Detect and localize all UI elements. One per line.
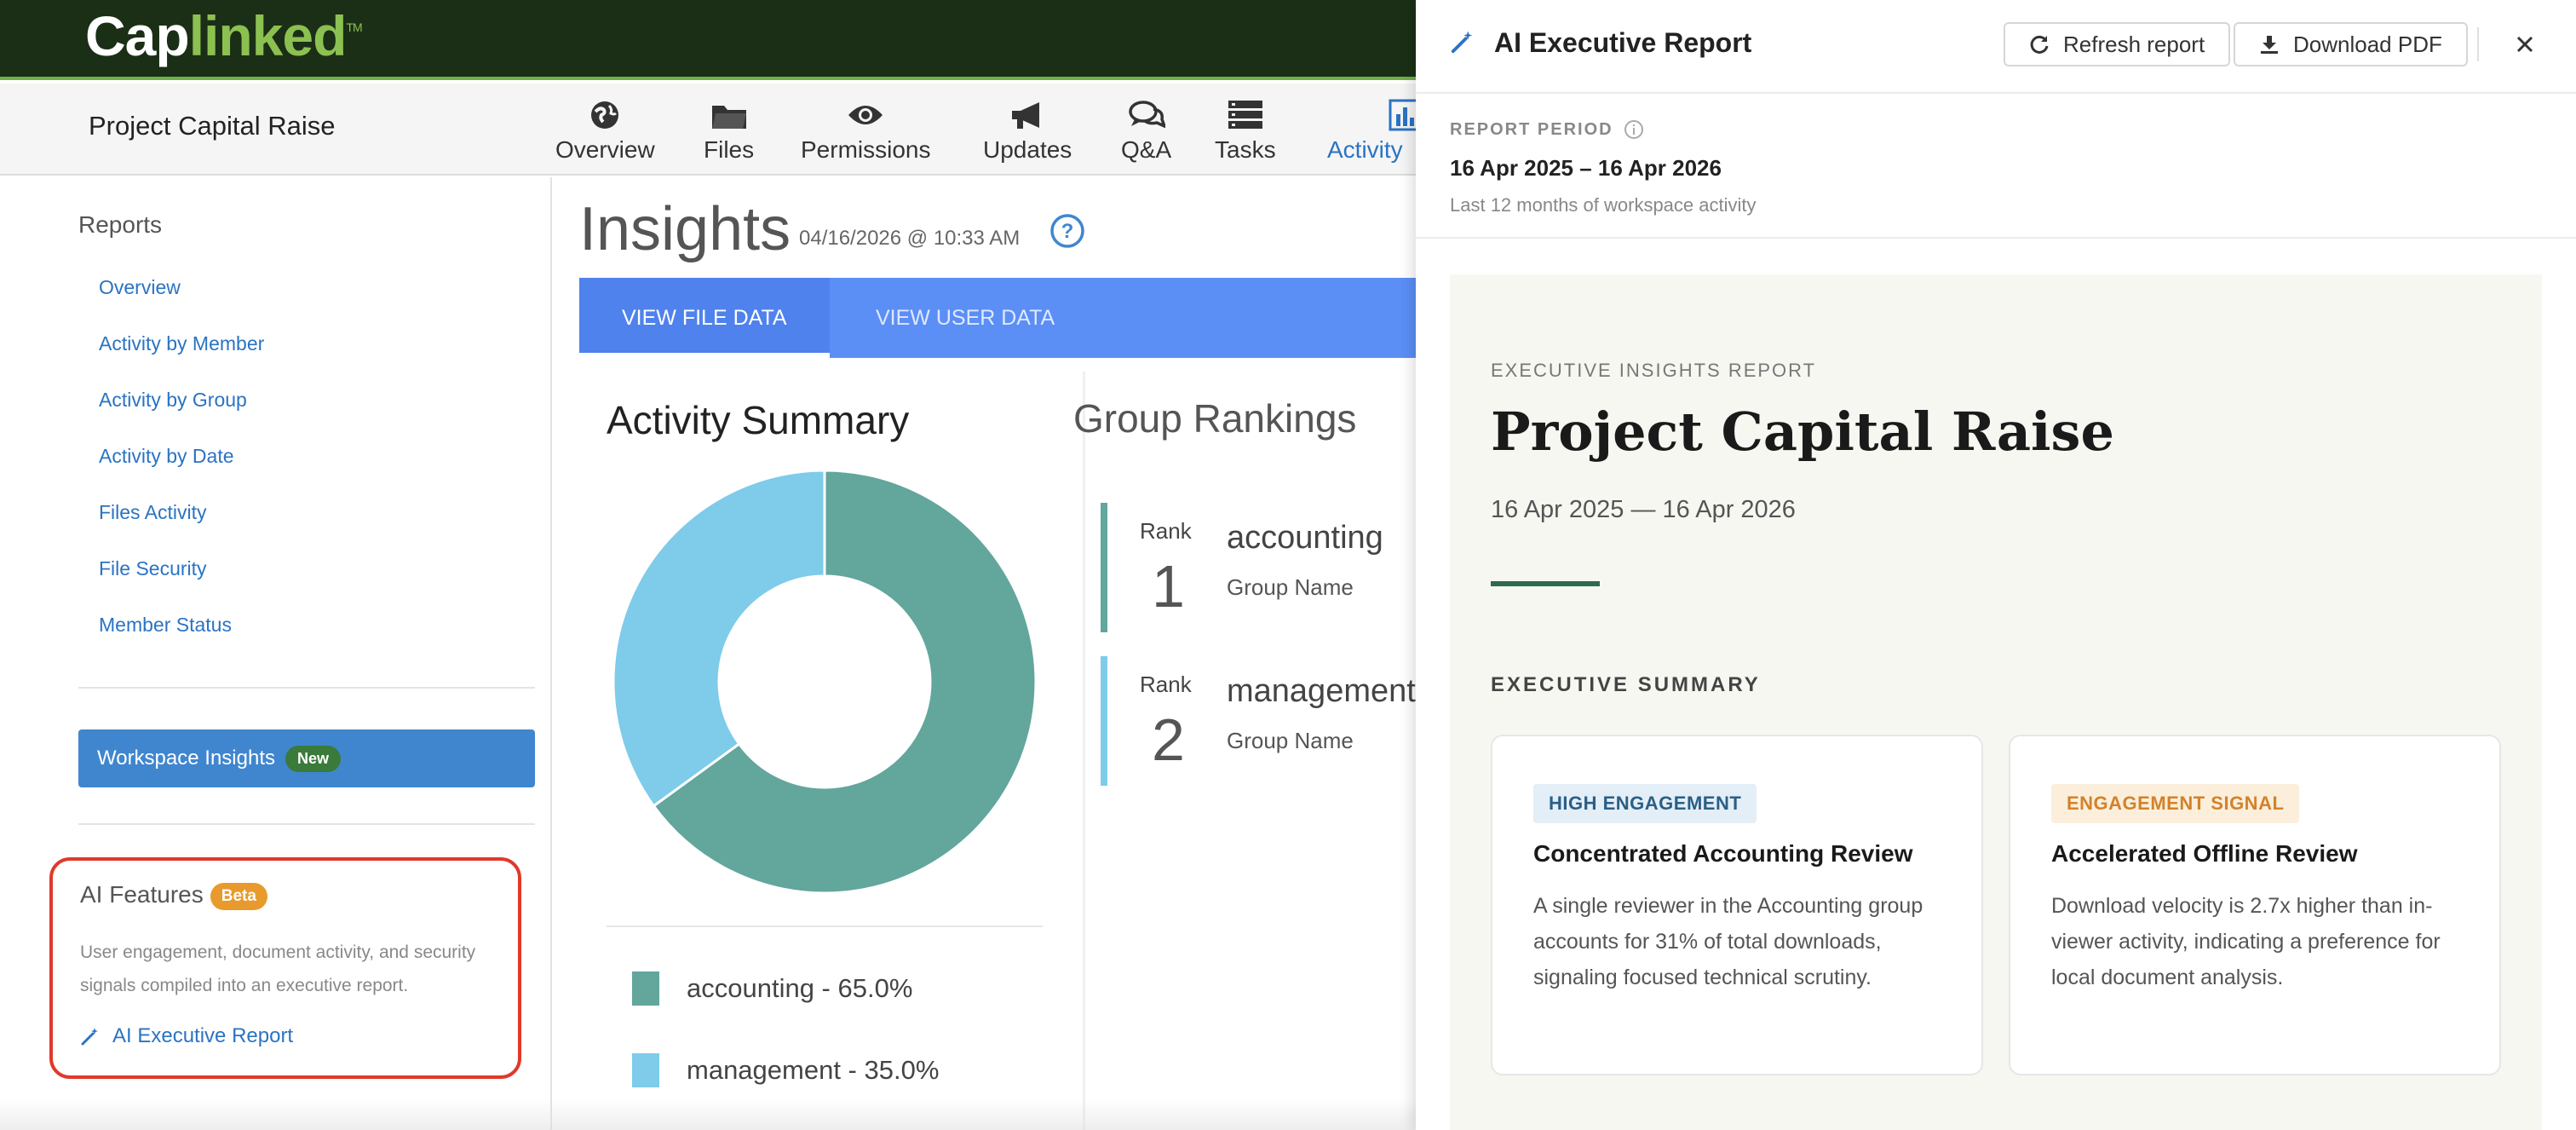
drawer-header: AI Executive Report Refresh report Downl… — [1416, 0, 2576, 94]
insights-main: Insights 04/16/2026 @ 10:33 AM ? VIEW FI… — [554, 177, 1417, 1130]
legend-item-management: management - 35.0% — [632, 1053, 939, 1087]
download-pdf-button[interactable]: Download PDF — [2234, 22, 2468, 66]
refresh-report-button[interactable]: Refresh report — [2004, 22, 2231, 66]
data-view-tabs: VIEW FILE DATA VIEW USER DATA — [579, 278, 1417, 358]
legend-item-accounting: accounting - 65.0% — [632, 971, 912, 1006]
insight-body: A single reviewer in the Accounting grou… — [1533, 894, 1923, 989]
report-period-label: REPORT PERIOD — [1450, 119, 1644, 140]
insight-body: Download velocity is 2.7x higher than in… — [2051, 894, 2441, 989]
eye-icon — [848, 106, 883, 124]
workspace-insights-button[interactable]: Workspace Insights New — [78, 729, 535, 787]
svg-text:?: ? — [1061, 220, 1074, 243]
group-rankings-title: Group Rankings — [1073, 396, 1357, 441]
megaphone-icon — [1012, 102, 1040, 129]
header-separator — [2477, 27, 2479, 61]
nav-files[interactable]: Files — [704, 99, 754, 164]
report-dates: 16 Apr 2025 — 16 Apr 2026 — [1491, 496, 1796, 523]
sidebar-divider — [78, 687, 535, 689]
download-icon — [2261, 36, 2278, 54]
workspace-insights-label: Workspace Insights — [97, 747, 275, 770]
rank-sub-label: Group Name — [1227, 728, 1354, 753]
insight-card: ENGAGEMENT SIGNAL Accelerated Offline Re… — [2009, 735, 2501, 1075]
rank-group-name: accounting — [1227, 520, 1383, 556]
insight-card: HIGH ENGAGEMENT Concentrated Accounting … — [1491, 735, 1983, 1075]
legend-swatch — [632, 971, 659, 1006]
sidebar-link-file-security[interactable]: File Security — [99, 557, 207, 580]
report-accent-rule — [1491, 581, 1600, 586]
activity-donut-chart — [612, 469, 1038, 895]
rank-group-name: management — [1227, 673, 1416, 709]
report-period-section: REPORT PERIOD 16 Apr 2025 – 16 Apr 2026 … — [1416, 95, 2576, 239]
tab-view-file-data[interactable]: VIEW FILE DATA — [579, 278, 830, 358]
nav-updates[interactable]: Updates — [983, 99, 1072, 164]
rank-card: Rank 1 accounting Group Name — [1101, 503, 1417, 632]
activity-summary-title: Activity Summary — [607, 398, 910, 442]
chat-bubbles-icon — [1128, 101, 1165, 129]
report-kicker: EXECUTIVE INSIGHTS REPORT — [1491, 360, 1817, 381]
insight-title: Concentrated Accounting Review — [1533, 840, 1913, 867]
caplinked-logo[interactable]: CaplinkedTM — [85, 3, 363, 68]
drawer-title: AI Executive Report — [1494, 27, 1752, 58]
globe-icon — [591, 101, 619, 129]
info-icon[interactable] — [1624, 119, 1644, 140]
ai-report-drawer: AI Executive Report Refresh report Downl… — [1416, 0, 2576, 1130]
tab-view-user-data[interactable]: VIEW USER DATA — [833, 278, 1097, 358]
tasks-icon — [1228, 101, 1262, 129]
insight-badge: HIGH ENGAGEMENT — [1533, 784, 1757, 823]
magic-wand-icon — [1451, 31, 1473, 54]
legend-divider — [607, 925, 1043, 927]
legend-swatch — [632, 1053, 659, 1087]
insights-timestamp: 04/16/2026 @ 10:33 AM — [799, 227, 1021, 250]
sidebar-link-files-activity[interactable]: Files Activity — [99, 501, 207, 524]
rank-color-bar — [1101, 656, 1107, 786]
beta-badge: Beta — [210, 882, 267, 910]
nav-qa[interactable]: Q&A — [1121, 99, 1171, 164]
nav-tasks[interactable]: Tasks — [1215, 99, 1276, 164]
rank-label: Rank — [1140, 672, 1192, 697]
folder-icon — [711, 106, 746, 129]
rank-card: Rank 2 management Group Name — [1101, 656, 1417, 786]
page-title: Insights — [579, 195, 791, 263]
magic-wand-icon — [81, 1028, 98, 1046]
report-period-value: 16 Apr 2025 – 16 Apr 2026 — [1450, 155, 1722, 181]
rank-number: 1 — [1152, 553, 1185, 620]
new-badge: New — [285, 745, 341, 772]
executive-summary-heading: EXECUTIVE SUMMARY — [1491, 673, 1761, 696]
report-title: Project Capital Raise — [1491, 401, 2114, 463]
nav-activity[interactable]: Activity — [1327, 99, 1421, 164]
sidebar-link-overview[interactable]: Overview — [99, 276, 181, 299]
sidebar-link-member-status[interactable]: Member Status — [99, 614, 232, 637]
executive-report-document: EXECUTIVE INSIGHTS REPORT Project Capita… — [1450, 274, 2542, 1130]
rank-number: 2 — [1152, 706, 1185, 773]
donut-slice-management[interactable] — [612, 469, 826, 808]
refresh-icon — [2030, 35, 2049, 54]
reports-heading: Reports — [78, 211, 163, 238]
insight-title: Accelerated Offline Review — [2051, 840, 2358, 867]
sidebar-link-activity-by-group[interactable]: Activity by Group — [99, 389, 247, 412]
ai-features-description: User engagement, document activity, and … — [80, 943, 476, 995]
nav-permissions[interactable]: Permissions — [801, 99, 930, 164]
close-icon[interactable] — [2506, 26, 2544, 63]
activity-summary-panel: Activity Summary accounting - 65.0% mana… — [579, 372, 1085, 1130]
reports-sidebar: Reports Overview Activity by Member Acti… — [0, 177, 552, 1130]
ai-executive-report-link[interactable]: AI Executive Report — [80, 1024, 293, 1048]
sidebar-link-activity-by-member[interactable]: Activity by Member — [99, 332, 264, 355]
ai-features-heading: AI Features Beta — [80, 881, 267, 910]
insight-badge: ENGAGEMENT SIGNAL — [2051, 784, 2300, 823]
nav-overview[interactable]: Overview — [555, 99, 655, 164]
report-period-note: Last 12 months of workspace activity — [1450, 194, 1757, 216]
rank-label: Rank — [1140, 518, 1192, 544]
ai-features-section: AI Features Beta User engagement, documen… — [49, 857, 521, 1079]
project-title: Project Capital Raise — [89, 111, 336, 141]
rank-color-bar — [1101, 503, 1107, 632]
bottom-fade — [0, 1099, 1417, 1130]
project-nav-bar: Project Capital Raise Overview Files Per… — [0, 84, 1421, 176]
rank-sub-label: Group Name — [1227, 574, 1354, 600]
sidebar-link-activity-by-date[interactable]: Activity by Date — [99, 445, 234, 468]
help-icon[interactable]: ? — [1049, 213, 1085, 249]
sidebar-divider — [78, 823, 535, 825]
